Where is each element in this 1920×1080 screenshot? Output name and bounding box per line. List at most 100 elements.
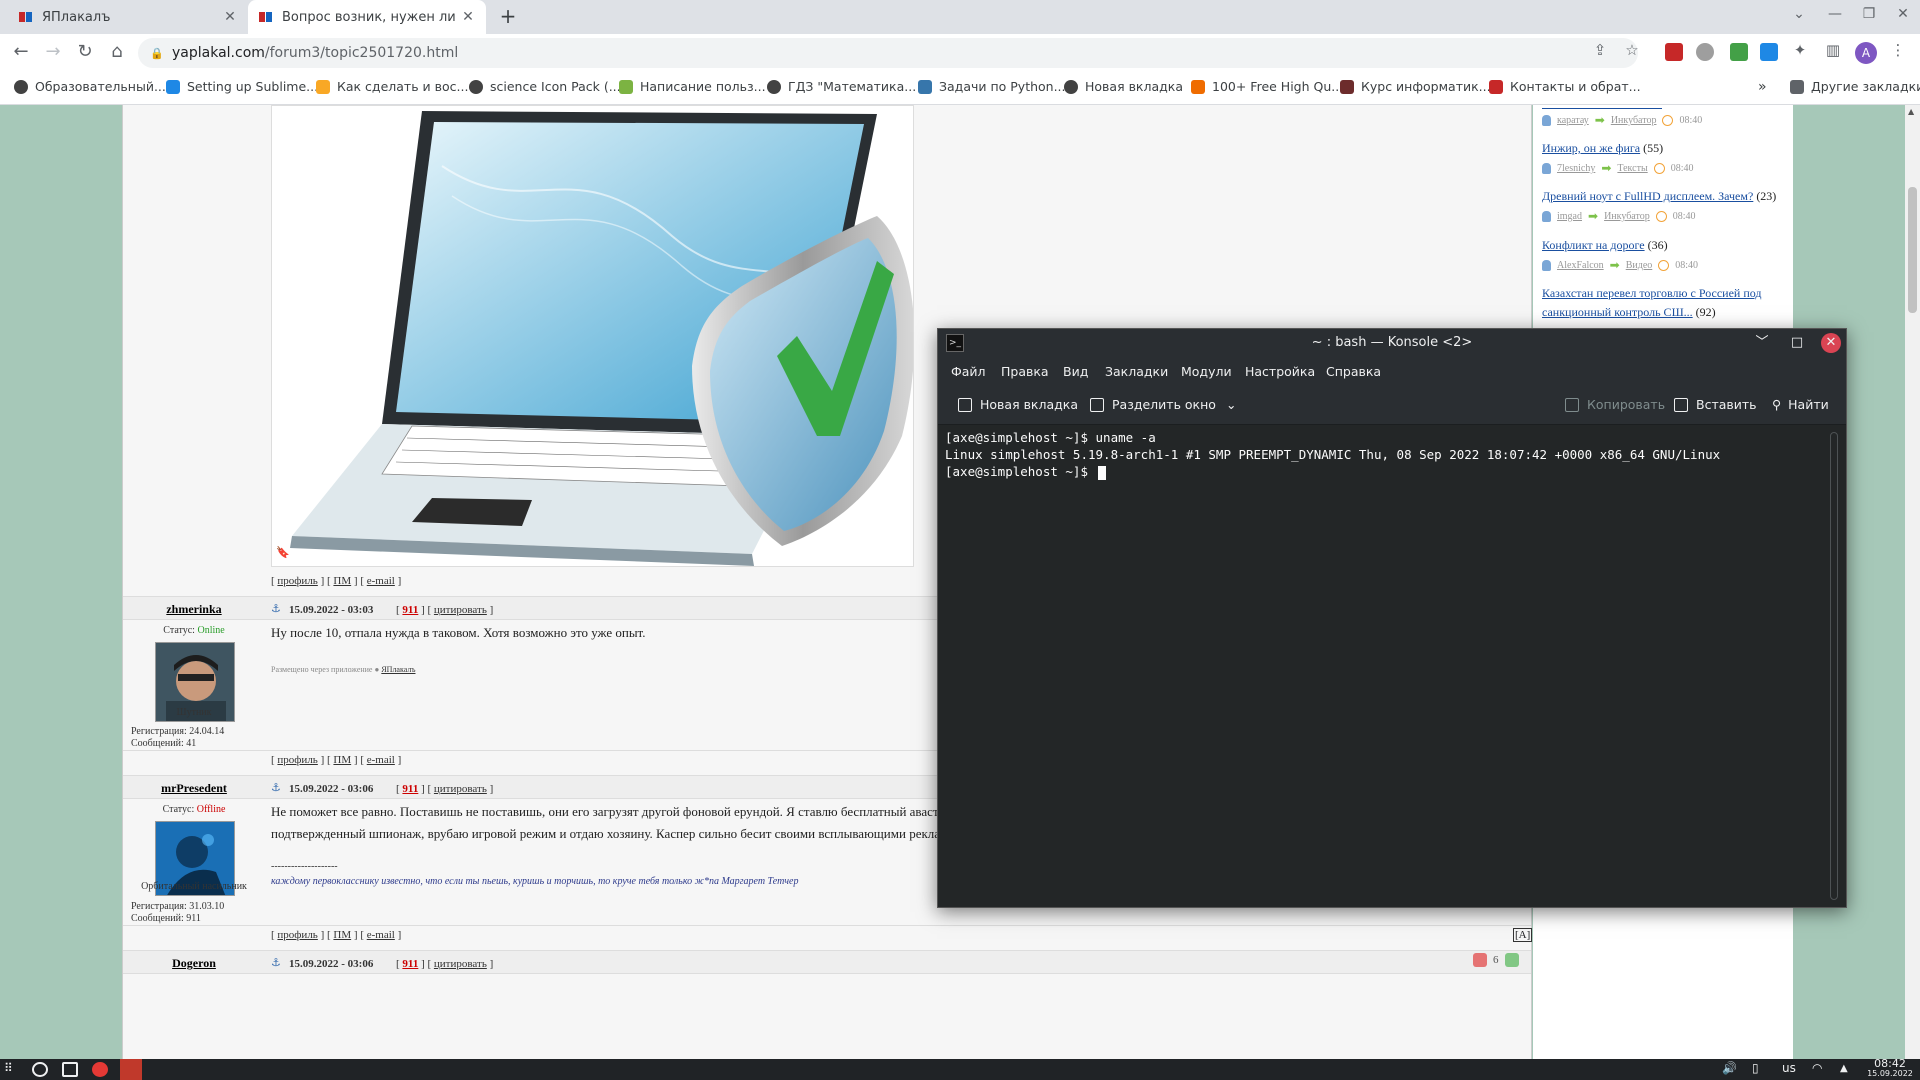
vote-up-icon[interactable]: [1504, 953, 1519, 967]
email-link[interactable]: e-mail: [367, 575, 395, 587]
rating-value[interactable]: 911: [402, 958, 418, 970]
post-author[interactable]: zhmerinka: [123, 602, 265, 617]
email-link[interactable]: e-mail: [367, 929, 395, 941]
pm-link[interactable]: ПМ: [333, 754, 351, 766]
profile-link[interactable]: профиль: [277, 754, 317, 766]
settings-icon[interactable]: [32, 1062, 48, 1077]
close-window-icon[interactable]: ✕: [1888, 6, 1918, 22]
pm-link[interactable]: ПМ: [333, 575, 351, 587]
extension-blue-icon[interactable]: [1760, 43, 1778, 61]
bookmark-item[interactable]: Контакты и обрат...: [1489, 79, 1641, 94]
bookmark-item[interactable]: Курс информатик...: [1340, 79, 1491, 94]
address-bar[interactable]: 🔒 yaplakal.com/forum3/topic2501720.html: [138, 38, 1638, 68]
split-view-button[interactable]: Разделить окно ⌄: [1090, 397, 1236, 412]
python-icon: [918, 79, 932, 94]
close-icon[interactable]: ✕: [1821, 333, 1841, 353]
menu-view[interactable]: Вид: [1063, 364, 1088, 379]
konsole-titlebar[interactable]: >_ ~ : bash — Konsole <2> ﹀ □ ✕: [938, 329, 1846, 357]
menu-settings[interactable]: Настройка: [1245, 364, 1315, 379]
more-bookmarks-chevron-icon[interactable]: »: [1758, 79, 1767, 95]
side-panel-icon[interactable]: ▥: [1823, 41, 1843, 59]
minimize-icon[interactable]: ﹀: [1752, 333, 1772, 353]
post-author[interactable]: mrPresedent: [123, 781, 265, 796]
tab-topic-active[interactable]: Вопрос возник, нужен ли анти ✕: [248, 0, 486, 34]
copy-button[interactable]: Копировать: [1565, 397, 1665, 412]
app-link[interactable]: ЯПлакалъ: [381, 665, 415, 674]
bookmark-item[interactable]: Образовательный...: [14, 79, 166, 94]
bookmark-item[interactable]: Написание польз...: [619, 79, 766, 94]
maximize-icon[interactable]: □: [1787, 333, 1807, 353]
scroll-up-arrow-icon[interactable]: ▲: [1908, 107, 1914, 116]
extension-ublock-icon[interactable]: [1665, 43, 1683, 61]
menu-bookmarks[interactable]: Закладки: [1105, 364, 1168, 379]
profile-link[interactable]: профиль: [277, 929, 317, 941]
menu-file[interactable]: Файл: [951, 364, 986, 379]
minimize-icon[interactable]: —: [1820, 6, 1850, 22]
page-scrollbar[interactable]: ▲: [1905, 105, 1920, 1059]
bookmark-item[interactable]: Новая вкладка: [1064, 79, 1183, 94]
home-icon[interactable]: ⌂: [104, 41, 130, 65]
signature: каждому первокласснику известно, что есл…: [271, 876, 799, 887]
post-author[interactable]: Dogeron: [123, 956, 265, 971]
battery-icon[interactable]: ▯: [1752, 1061, 1759, 1075]
tab-yaplakal[interactable]: ЯПлакалъ ✕: [8, 0, 248, 34]
menu-edit[interactable]: Правка: [1001, 364, 1049, 379]
rating-value[interactable]: 911: [402, 783, 418, 795]
profile-avatar[interactable]: A: [1855, 42, 1877, 64]
share-icon[interactable]: ⇪: [1590, 41, 1610, 59]
post-image-laptop-shield[interactable]: 🔖: [271, 105, 914, 567]
volume-icon[interactable]: 🔊: [1722, 1061, 1737, 1075]
close-tab-icon[interactable]: ✕: [222, 9, 238, 25]
bookmark-item[interactable]: Задачи по Python...: [918, 79, 1066, 94]
bookmark-item[interactable]: Setting up Sublime...: [166, 79, 318, 94]
clock[interactable]: 08:42 15.09.2022: [1862, 1058, 1918, 1079]
reload-icon[interactable]: ↻: [72, 41, 98, 65]
forward-icon[interactable]: →: [40, 41, 66, 65]
report-button[interactable]: [A]: [1513, 928, 1533, 942]
extension-green-icon[interactable]: [1730, 43, 1748, 61]
paste-button[interactable]: Вставить: [1674, 397, 1757, 412]
email-link[interactable]: e-mail: [367, 754, 395, 766]
bookmark-item[interactable]: ГДЗ "Математика...: [767, 79, 916, 94]
extensions-puzzle-icon[interactable]: ✦: [1790, 41, 1810, 59]
file-manager-icon[interactable]: [62, 1062, 78, 1077]
cite-link[interactable]: цитировать: [434, 958, 487, 970]
new-tab-button[interactable]: +: [496, 5, 520, 29]
restore-icon[interactable]: ❐: [1854, 6, 1884, 22]
scrollbar-thumb[interactable]: [1908, 187, 1917, 313]
anchor-icon[interactable]: ⚓: [271, 781, 281, 794]
terminal-area[interactable]: [axe@simplehost ~]$ uname -a Linux simpl…: [938, 426, 1846, 907]
find-button[interactable]: ⚲ Найти: [1772, 397, 1829, 412]
anchor-icon[interactable]: ⚓: [271, 956, 281, 969]
post-rating: [ 911 ] [ цитировать ]: [396, 783, 494, 795]
other-bookmarks[interactable]: Другие закладки: [1790, 79, 1920, 94]
cite-link[interactable]: цитировать: [434, 604, 487, 616]
menu-plugins[interactable]: Модули: [1181, 364, 1232, 379]
terminal-scrollbar[interactable]: [1830, 432, 1838, 900]
extension-globe-icon[interactable]: [1696, 43, 1714, 61]
back-icon[interactable]: ←: [8, 41, 34, 65]
wifi-icon[interactable]: ◠: [1812, 1061, 1822, 1075]
app-launcher-icon[interactable]: ⠿: [4, 1061, 20, 1076]
bookmark-item[interactable]: science Icon Pack (...: [469, 79, 621, 94]
post-time: 15.09.2022 - 03:03: [289, 604, 374, 616]
cite-link[interactable]: цитировать: [434, 783, 487, 795]
vote-down-icon[interactable]: [1473, 953, 1487, 967]
menu-help[interactable]: Справка: [1326, 364, 1381, 379]
bookmark-item[interactable]: Как сделать и вос...: [316, 79, 468, 94]
tab-search-chevron-icon[interactable]: ⌄: [1784, 6, 1814, 22]
bookmark-star-icon[interactable]: ☆: [1622, 41, 1642, 59]
konsole-task-icon[interactable]: [120, 1059, 142, 1080]
menu-kebab-icon[interactable]: ⋮: [1888, 41, 1908, 59]
pm-link[interactable]: ПМ: [333, 929, 351, 941]
bookmark-item[interactable]: 100+ Free High Qu...: [1191, 79, 1343, 94]
anchor-icon[interactable]: ⚓: [271, 602, 281, 615]
keyboard-layout[interactable]: us: [1782, 1061, 1796, 1075]
close-tab-icon[interactable]: ✕: [460, 9, 476, 25]
rating-value[interactable]: 911: [402, 604, 418, 616]
profile-link[interactable]: профиль: [277, 575, 317, 587]
pin-icon[interactable]: 🔖: [276, 546, 290, 559]
tray-expand-icon[interactable]: ▲: [1840, 1063, 1848, 1074]
chrome-icon[interactable]: [92, 1062, 108, 1077]
new-tab-button[interactable]: Новая вкладка: [958, 397, 1078, 412]
